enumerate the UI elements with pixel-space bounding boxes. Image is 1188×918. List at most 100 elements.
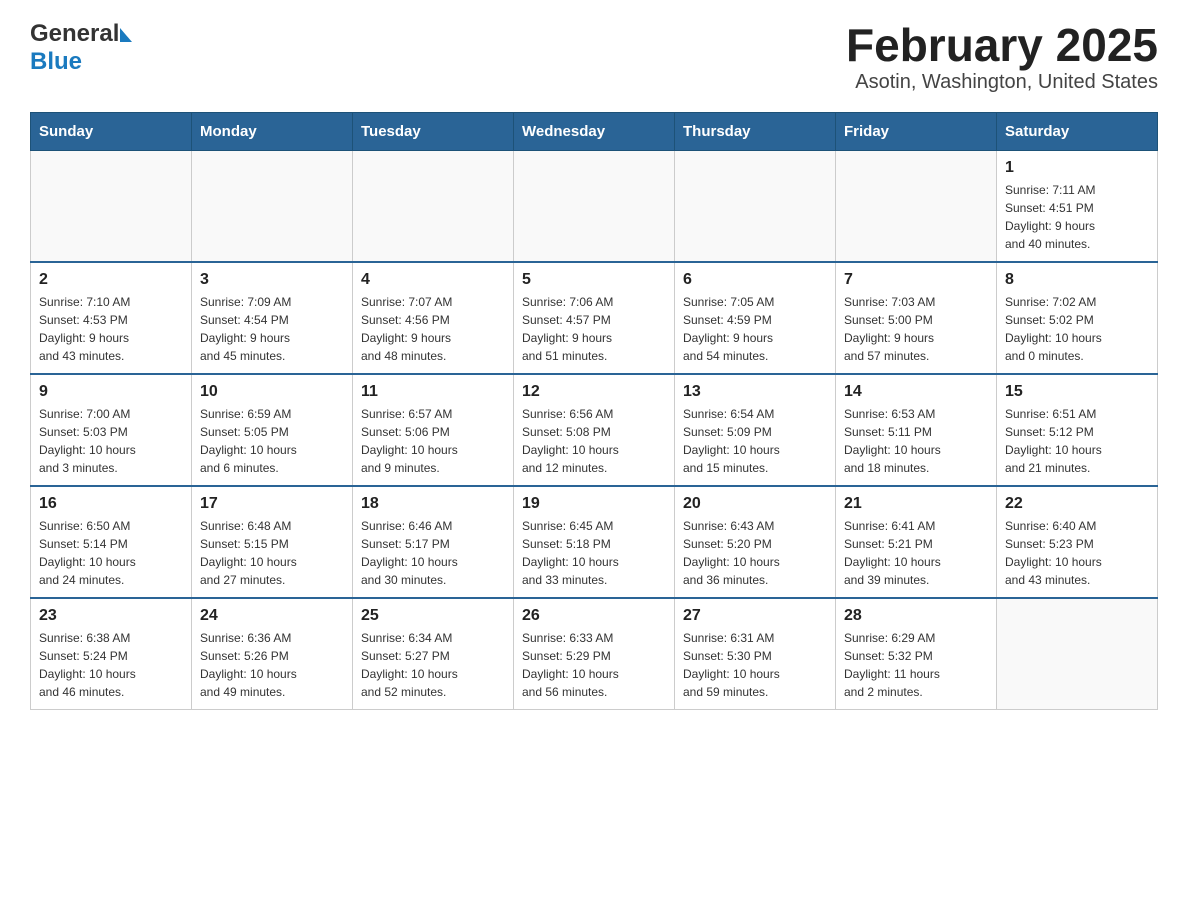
day-info: Sunrise: 7:10 AM Sunset: 4:53 PM Dayligh… <box>39 293 183 365</box>
day-info: Sunrise: 6:45 AM Sunset: 5:18 PM Dayligh… <box>522 517 666 589</box>
day-info: Sunrise: 6:41 AM Sunset: 5:21 PM Dayligh… <box>844 517 988 589</box>
day-number: 28 <box>844 607 988 625</box>
day-header-saturday: Saturday <box>997 112 1158 150</box>
calendar-cell <box>997 598 1158 710</box>
logo: General Blue <box>30 20 132 76</box>
day-number: 26 <box>522 607 666 625</box>
calendar-cell: 16Sunrise: 6:50 AM Sunset: 5:14 PM Dayli… <box>31 486 192 598</box>
day-number: 15 <box>1005 383 1149 401</box>
day-header-thursday: Thursday <box>675 112 836 150</box>
calendar-cell <box>514 150 675 262</box>
day-info: Sunrise: 6:31 AM Sunset: 5:30 PM Dayligh… <box>683 629 827 701</box>
day-number: 27 <box>683 607 827 625</box>
day-info: Sunrise: 6:54 AM Sunset: 5:09 PM Dayligh… <box>683 405 827 477</box>
calendar-cell: 23Sunrise: 6:38 AM Sunset: 5:24 PM Dayli… <box>31 598 192 710</box>
day-number: 10 <box>200 383 344 401</box>
calendar-table: SundayMondayTuesdayWednesdayThursdayFrid… <box>30 112 1158 710</box>
day-number: 1 <box>1005 159 1149 177</box>
day-info: Sunrise: 6:56 AM Sunset: 5:08 PM Dayligh… <box>522 405 666 477</box>
calendar-cell: 4Sunrise: 7:07 AM Sunset: 4:56 PM Daylig… <box>353 262 514 374</box>
day-info: Sunrise: 7:09 AM Sunset: 4:54 PM Dayligh… <box>200 293 344 365</box>
calendar-subtitle: Asotin, Washington, United States <box>846 71 1158 94</box>
day-number: 22 <box>1005 495 1149 513</box>
calendar-cell: 25 Sunrise: 6:34 AM Sunset: 5:27 PM Dayli… <box>353 598 514 710</box>
day-info: Sunrise: 6:53 AM Sunset: 5:11 PM Dayligh… <box>844 405 988 477</box>
calendar-cell: 9Sunrise: 7:00 AM Sunset: 5:03 PM Daylig… <box>31 374 192 486</box>
day-header-friday: Friday <box>836 112 997 150</box>
day-number: 12 <box>522 383 666 401</box>
day-info: Sunrise: 6:36 AM Sunset: 5:26 PM Dayligh… <box>200 629 344 701</box>
day-number: 20 <box>683 495 827 513</box>
day-headers-row: SundayMondayTuesdayWednesdayThursdayFrid… <box>31 112 1158 150</box>
calendar-week-4: 16Sunrise: 6:50 AM Sunset: 5:14 PM Dayli… <box>31 486 1158 598</box>
day-info: Sunrise: 6:46 AM Sunset: 5:17 PM Dayligh… <box>361 517 505 589</box>
calendar-cell: 19 Sunrise: 6:45 AM Sunset: 5:18 PM Dayli… <box>514 486 675 598</box>
day-info: Sunrise: 6:34 AM Sunset: 5:27 PM Dayligh… <box>361 629 505 701</box>
page-header: General Blue February 2025 Asotin, Washi… <box>30 20 1158 94</box>
calendar-cell <box>31 150 192 262</box>
day-info: Sunrise: 7:05 AM Sunset: 4:59 PM Dayligh… <box>683 293 827 365</box>
day-info: Sunrise: 6:51 AM Sunset: 5:12 PM Dayligh… <box>1005 405 1149 477</box>
day-header-tuesday: Tuesday <box>353 112 514 150</box>
day-number: 11 <box>361 383 505 401</box>
day-number: 18 <box>361 495 505 513</box>
day-number: 21 <box>844 495 988 513</box>
calendar-cell: 8 Sunrise: 7:02 AM Sunset: 5:02 PM Daylig… <box>997 262 1158 374</box>
day-number: 3 <box>200 271 344 289</box>
calendar-cell: 18 Sunrise: 6:46 AM Sunset: 5:17 PM Dayli… <box>353 486 514 598</box>
day-number: 24 <box>200 607 344 625</box>
day-info: Sunrise: 7:07 AM Sunset: 4:56 PM Dayligh… <box>361 293 505 365</box>
day-info: Sunrise: 7:06 AM Sunset: 4:57 PM Dayligh… <box>522 293 666 365</box>
calendar-cell <box>192 150 353 262</box>
day-info: Sunrise: 6:43 AM Sunset: 5:20 PM Dayligh… <box>683 517 827 589</box>
calendar-cell: 15 Sunrise: 6:51 AM Sunset: 5:12 PM Dayli… <box>997 374 1158 486</box>
calendar-cell: 10 Sunrise: 6:59 AM Sunset: 5:05 PM Dayli… <box>192 374 353 486</box>
day-info: Sunrise: 7:02 AM Sunset: 5:02 PM Dayligh… <box>1005 293 1149 365</box>
calendar-cell: 7 Sunrise: 7:03 AM Sunset: 5:00 PM Daylig… <box>836 262 997 374</box>
day-info: Sunrise: 6:40 AM Sunset: 5:23 PM Dayligh… <box>1005 517 1149 589</box>
calendar-cell: 28Sunrise: 6:29 AM Sunset: 5:32 PM Dayli… <box>836 598 997 710</box>
day-header-wednesday: Wednesday <box>514 112 675 150</box>
day-info: Sunrise: 6:57 AM Sunset: 5:06 PM Dayligh… <box>361 405 505 477</box>
calendar-cell: 20 Sunrise: 6:43 AM Sunset: 5:20 PM Dayli… <box>675 486 836 598</box>
day-info: Sunrise: 6:48 AM Sunset: 5:15 PM Dayligh… <box>200 517 344 589</box>
day-number: 19 <box>522 495 666 513</box>
calendar-title: February 2025 <box>846 20 1158 71</box>
calendar-week-2: 2 Sunrise: 7:10 AM Sunset: 4:53 PM Daylig… <box>31 262 1158 374</box>
calendar-week-3: 9Sunrise: 7:00 AM Sunset: 5:03 PM Daylig… <box>31 374 1158 486</box>
calendar-cell: 14 Sunrise: 6:53 AM Sunset: 5:11 PM Dayli… <box>836 374 997 486</box>
calendar-body: 1 Sunrise: 7:11 AM Sunset: 4:51 PM Daylig… <box>31 150 1158 709</box>
calendar-cell: 2 Sunrise: 7:10 AM Sunset: 4:53 PM Daylig… <box>31 262 192 374</box>
day-info: Sunrise: 6:50 AM Sunset: 5:14 PM Dayligh… <box>39 517 183 589</box>
day-header-monday: Monday <box>192 112 353 150</box>
day-info: Sunrise: 6:59 AM Sunset: 5:05 PM Dayligh… <box>200 405 344 477</box>
calendar-cell: 21 Sunrise: 6:41 AM Sunset: 5:21 PM Dayli… <box>836 486 997 598</box>
calendar-cell: 12 Sunrise: 6:56 AM Sunset: 5:08 PM Dayli… <box>514 374 675 486</box>
day-number: 7 <box>844 271 988 289</box>
calendar-cell <box>353 150 514 262</box>
day-number: 23 <box>39 607 183 625</box>
calendar-cell: 3 Sunrise: 7:09 AM Sunset: 4:54 PM Daylig… <box>192 262 353 374</box>
day-info: Sunrise: 7:00 AM Sunset: 5:03 PM Dayligh… <box>39 405 183 477</box>
calendar-cell: 26 Sunrise: 6:33 AM Sunset: 5:29 PM Dayli… <box>514 598 675 710</box>
day-info: Sunrise: 7:03 AM Sunset: 5:00 PM Dayligh… <box>844 293 988 365</box>
day-number: 8 <box>1005 271 1149 289</box>
logo-arrow-icon <box>120 28 132 42</box>
day-info: Sunrise: 7:11 AM Sunset: 4:51 PM Dayligh… <box>1005 181 1149 253</box>
day-number: 14 <box>844 383 988 401</box>
calendar-cell: 1 Sunrise: 7:11 AM Sunset: 4:51 PM Daylig… <box>997 150 1158 262</box>
logo-general-text: General <box>30 20 119 48</box>
calendar-cell: 11 Sunrise: 6:57 AM Sunset: 5:06 PM Dayli… <box>353 374 514 486</box>
calendar-cell: 13Sunrise: 6:54 AM Sunset: 5:09 PM Dayli… <box>675 374 836 486</box>
logo-blue-text: Blue <box>30 48 82 76</box>
day-header-sunday: Sunday <box>31 112 192 150</box>
day-number: 25 <box>361 607 505 625</box>
calendar-cell <box>675 150 836 262</box>
day-info: Sunrise: 6:33 AM Sunset: 5:29 PM Dayligh… <box>522 629 666 701</box>
day-number: 17 <box>200 495 344 513</box>
calendar-cell: 17 Sunrise: 6:48 AM Sunset: 5:15 PM Dayli… <box>192 486 353 598</box>
calendar-week-5: 23Sunrise: 6:38 AM Sunset: 5:24 PM Dayli… <box>31 598 1158 710</box>
day-number: 2 <box>39 271 183 289</box>
calendar-cell: 22 Sunrise: 6:40 AM Sunset: 5:23 PM Dayli… <box>997 486 1158 598</box>
day-number: 5 <box>522 271 666 289</box>
